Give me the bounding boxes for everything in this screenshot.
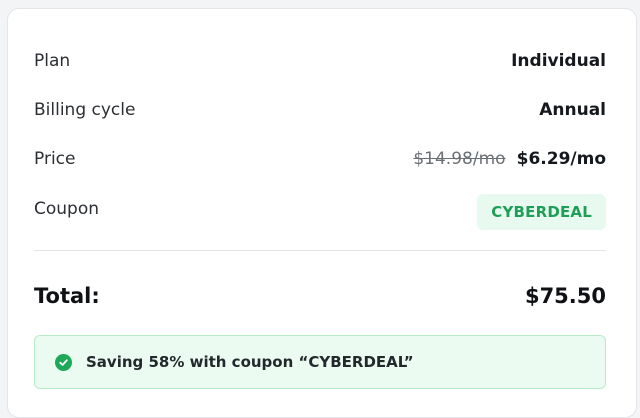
price-values: $14.98/mo $6.29/mo — [413, 149, 606, 169]
divider — [34, 250, 606, 251]
plan-value: Individual — [511, 51, 606, 71]
order-summary-card: Plan Individual Billing cycle Annual Pri… — [7, 8, 637, 418]
price-label: Price — [34, 149, 76, 169]
billing-cycle-row: Billing cycle Annual — [34, 100, 606, 120]
total-label: Total: — [34, 284, 100, 308]
billing-cycle-label: Billing cycle — [34, 100, 136, 120]
total-row: Total: $75.50 — [34, 284, 606, 308]
price-row: Price $14.98/mo $6.29/mo — [34, 149, 606, 169]
plan-label: Plan — [34, 51, 71, 71]
total-value: $75.50 — [524, 284, 606, 308]
discounted-price: $6.29/mo — [516, 149, 606, 169]
saving-banner: Saving 58% with coupon “CYBERDEAL” — [34, 335, 606, 389]
billing-cycle-value: Annual — [539, 100, 606, 120]
coupon-badge: CYBERDEAL — [477, 194, 606, 230]
plan-row: Plan Individual — [34, 51, 606, 71]
saving-message: Saving 58% with coupon “CYBERDEAL” — [86, 353, 414, 371]
coupon-label: Coupon — [34, 199, 100, 219]
check-circle-icon — [55, 353, 72, 371]
original-price: $14.98/mo — [413, 149, 506, 169]
coupon-row: Coupon CYBERDEAL — [34, 194, 606, 230]
